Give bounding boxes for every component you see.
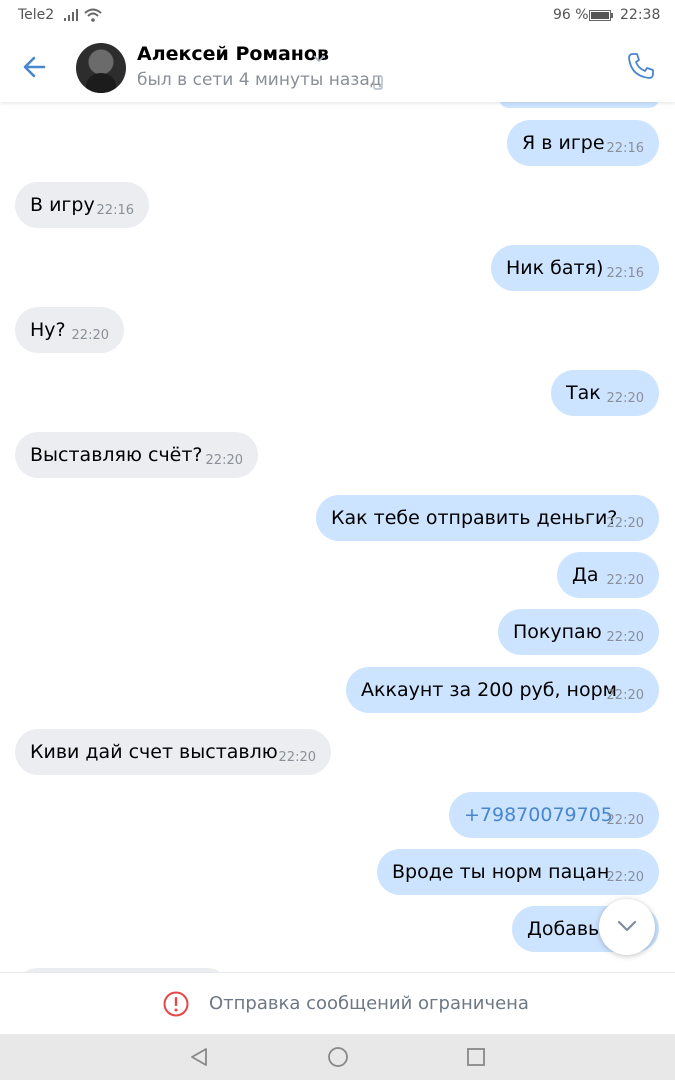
message-bubble[interactable]: Как тебе отправить деньги? 22:20 — [316, 495, 659, 541]
recents-square-icon[interactable] — [465, 1046, 487, 1068]
message-time: 22:20 — [606, 516, 644, 531]
message-bubble[interactable]: Киви дай счет выставлю 22:20 — [15, 729, 331, 775]
back-triangle-icon[interactable] — [188, 1046, 210, 1068]
message-time: 22:20 — [606, 870, 644, 885]
message-time: 22:20 — [71, 328, 109, 343]
clock: 22:38 — [620, 7, 661, 23]
message-bubble[interactable]: Ник батя) 22:16 — [491, 245, 659, 291]
message-bubble[interactable]: Я в игре 22:16 — [507, 120, 659, 166]
message-time: 22:16 — [606, 266, 644, 281]
message-text: Да — [572, 564, 599, 586]
message-list[interactable]: Я в игре 22:16 В игру 22:16 Ник батя) 22… — [0, 102, 675, 972]
message-time: 22:20 — [606, 573, 644, 588]
message-bubble[interactable]: Вроде ты норм пацан 22:20 — [377, 849, 659, 895]
message-text: Ник батя) — [506, 257, 604, 279]
message-bubble[interactable]: +79870079705 22:20 — [449, 792, 659, 838]
presence-status: был в сети 4 минуты назад — [137, 70, 382, 90]
message-text: Киви дай счет выставлю — [30, 741, 278, 763]
message-bubble[interactable]: Да 22:20 — [557, 552, 659, 598]
message-text: Вроде ты норм пацан — [392, 861, 610, 883]
battery-icon — [589, 10, 613, 21]
message-bubble[interactable]: Покупаю 22:20 — [498, 609, 659, 655]
battery-percent: 96 % — [553, 7, 589, 23]
back-arrow-icon[interactable] — [22, 54, 48, 80]
message-text: В игру — [30, 194, 95, 216]
message-bubble[interactable]: В игру 22:16 — [15, 182, 149, 228]
message-text: Аккаунт за 200 руб, норм — [361, 679, 617, 701]
restriction-text: Отправка сообщений ограничена — [209, 993, 529, 1014]
phone-icon[interactable] — [626, 51, 656, 81]
message-time: 22:20 — [606, 630, 644, 645]
message-text: Я в игре — [522, 132, 605, 154]
scroll-down-button[interactable] — [599, 899, 655, 955]
chat-header: Алексей Романов был в сети 4 минуты наза… — [0, 32, 675, 102]
warning-icon — [163, 991, 189, 1017]
message-bubble[interactable]: Аккаунт за 200 руб, норм 22:20 — [346, 667, 659, 713]
signal-icon — [64, 9, 78, 21]
home-circle-icon[interactable] — [327, 1046, 349, 1068]
carrier-label: Tele2 — [18, 7, 55, 23]
message-bubble[interactable]: Выставляю счёт? 22:20 — [15, 432, 258, 478]
partial-message-bubble — [499, 102, 659, 108]
chevron-down-icon — [617, 920, 637, 932]
phone-number-link[interactable]: +79870079705 — [464, 792, 613, 838]
message-time: 22:16 — [606, 141, 644, 156]
message-time: 22:20 — [205, 453, 243, 468]
chevron-down-icon[interactable] — [312, 53, 326, 63]
message-time: 22:16 — [96, 203, 134, 218]
mobile-device-icon — [373, 75, 383, 90]
message-text: Как тебе отправить деньги? — [331, 507, 618, 529]
message-time: 22:20 — [606, 391, 644, 406]
contact-name[interactable]: Алексей Романов — [137, 43, 329, 65]
avatar[interactable] — [76, 43, 126, 93]
system-nav-bar — [0, 1034, 675, 1080]
restriction-footer: Отправка сообщений ограничена — [0, 972, 675, 1035]
message-bubble[interactable]: Так 22:20 — [551, 370, 659, 416]
message-time: 22:20 — [606, 688, 644, 703]
message-time: 22:20 — [278, 750, 316, 765]
status-bar: Tele2 96 % 22:38 — [0, 0, 675, 32]
message-time: 22:20 — [606, 813, 644, 828]
message-text: Так — [566, 382, 601, 404]
message-bubble[interactable]: Ну? 22:20 — [15, 307, 124, 353]
message-text: Покупаю — [513, 621, 602, 643]
message-text: Выставляю счёт? — [30, 444, 203, 466]
message-text: Добавь — [527, 918, 600, 940]
wifi-icon — [84, 8, 102, 22]
message-text: Ну? — [30, 319, 66, 341]
